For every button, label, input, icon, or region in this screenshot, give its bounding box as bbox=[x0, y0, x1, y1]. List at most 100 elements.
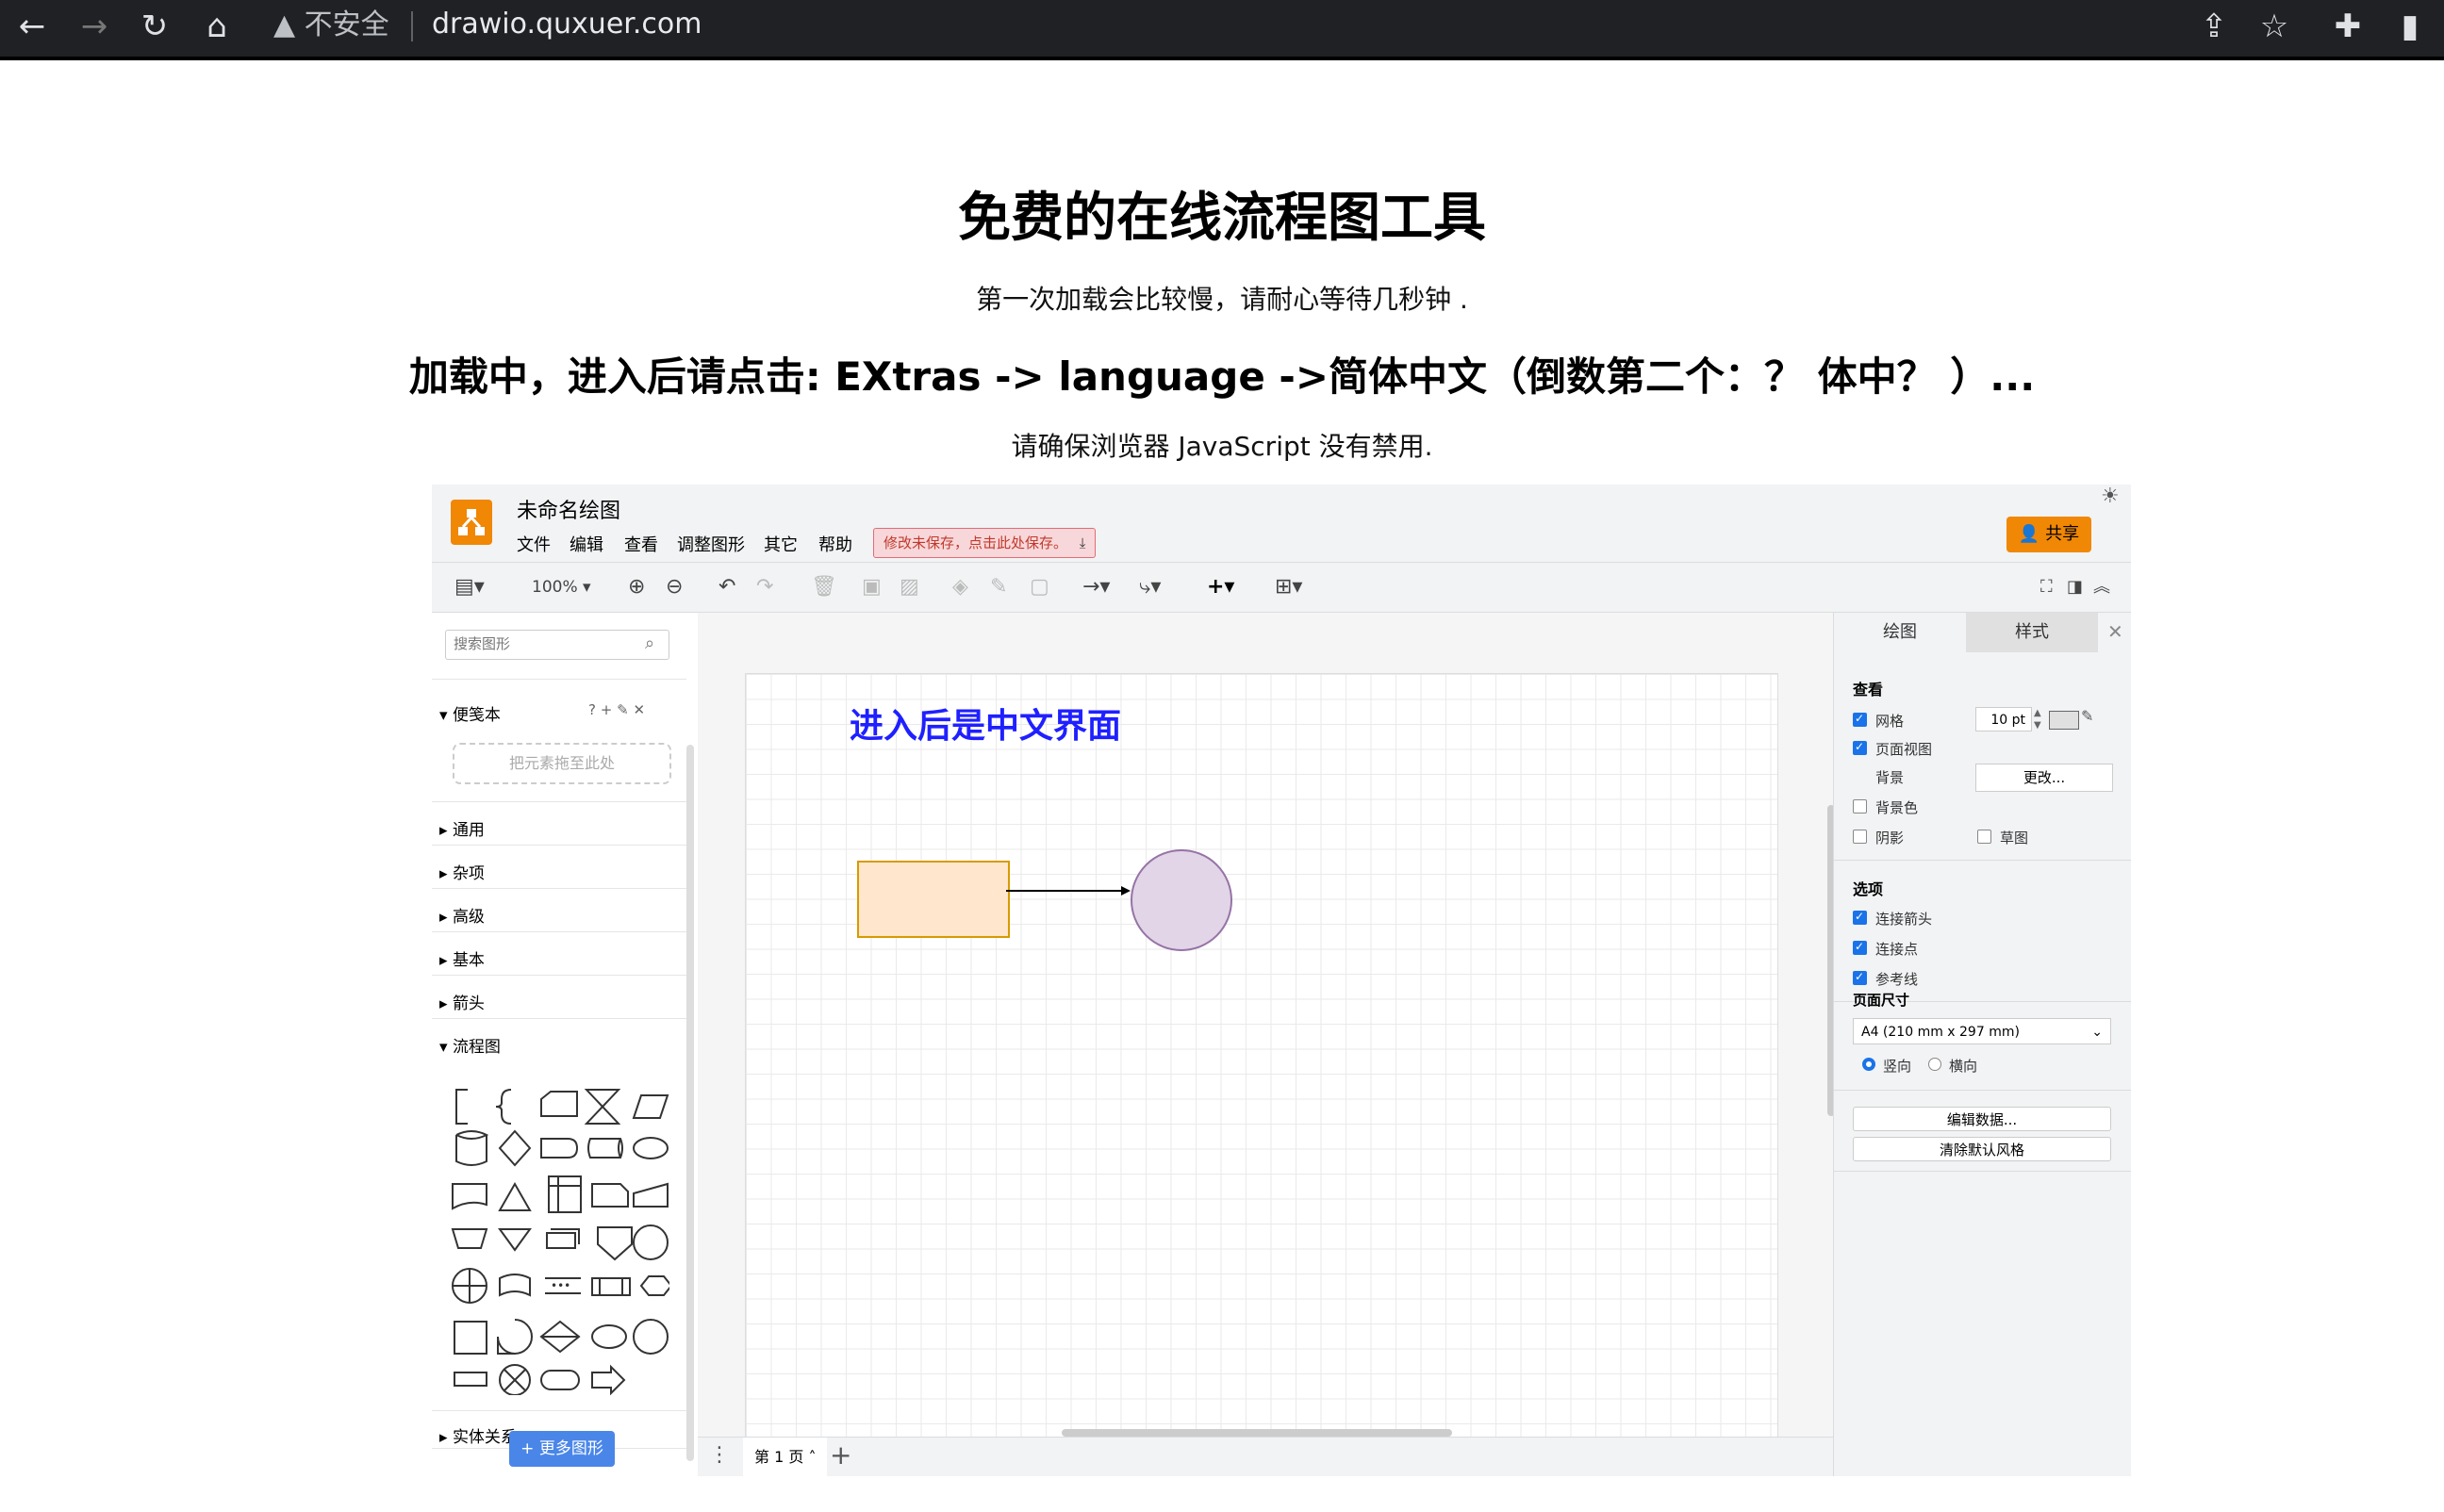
diagram-page[interactable]: 进入后是中文界面 bbox=[745, 673, 1778, 1437]
insert-icon[interactable]: +▾ bbox=[1207, 572, 1234, 602]
menu-arrange[interactable]: 调整图形 bbox=[677, 532, 745, 556]
preparation-shape bbox=[639, 1275, 669, 1296]
fill-color-icon[interactable]: ◈ bbox=[952, 572, 968, 602]
landscape-radio[interactable] bbox=[1928, 1058, 1941, 1071]
page-view-checkbox[interactable] bbox=[1853, 740, 1867, 755]
share-page-icon[interactable]: ⇪ bbox=[2189, 2, 2238, 51]
connector-arrow[interactable] bbox=[1006, 885, 1132, 896]
section-entity-relation[interactable]: ▸ 实体关系 bbox=[439, 1423, 517, 1447]
to-back-icon[interactable]: ▨ bbox=[900, 572, 919, 602]
tab-style[interactable]: 样式 bbox=[1966, 613, 2098, 652]
menu-view[interactable]: 查看 bbox=[624, 532, 658, 556]
zoom-in-icon[interactable]: ⊕ bbox=[628, 572, 645, 602]
reload-icon[interactable]: ↻ bbox=[130, 2, 179, 51]
horizontal-scrollbar[interactable] bbox=[1062, 1429, 1452, 1437]
connection-points-checkbox[interactable] bbox=[1853, 940, 1867, 955]
scratchpad-drop-zone[interactable]: 把元素拖至此处 bbox=[453, 743, 671, 784]
paper-size-select[interactable]: A4 (210 mm x 297 mm) ⌄ bbox=[1853, 1018, 2111, 1044]
section-arrows[interactable]: ▸ 箭头 bbox=[439, 990, 485, 1013]
color-picker-icon[interactable]: ✎ bbox=[2081, 707, 2093, 725]
divider bbox=[432, 801, 686, 802]
side-panel-icon[interactable]: ▮ bbox=[2386, 2, 2435, 51]
close-icon[interactable]: ✕ bbox=[633, 701, 645, 718]
javascript-note: 请确保浏览器 JavaScript 没有禁用. bbox=[1011, 431, 1433, 462]
forward-icon[interactable]: → bbox=[70, 2, 119, 51]
section-label: 高级 bbox=[452, 908, 485, 927]
divider bbox=[432, 845, 686, 846]
add-icon[interactable]: + bbox=[601, 701, 613, 718]
address-bar[interactable]: drawio.quxuer.com bbox=[432, 6, 702, 43]
grid-size-input[interactable]: 10 pt bbox=[1975, 707, 2032, 731]
search-icon[interactable]: ⌕ bbox=[645, 633, 654, 653]
shadow-checkbox[interactable] bbox=[1853, 830, 1867, 844]
undo-icon[interactable]: ↶ bbox=[718, 572, 735, 602]
bookmark-star-icon[interactable]: ☆ bbox=[2250, 2, 2299, 51]
line-color-icon[interactable]: ✎ bbox=[990, 572, 1007, 602]
more-shapes-button[interactable]: + 更多图形 bbox=[509, 1431, 615, 1467]
add-page-icon[interactable]: + bbox=[830, 1439, 851, 1471]
waypoints-icon[interactable]: ⤷▾ bbox=[1139, 572, 1161, 602]
clear-default-style-button[interactable]: 清除默认风格 bbox=[1853, 1137, 2111, 1161]
guides-checkbox[interactable] bbox=[1853, 970, 1867, 985]
menu-file[interactable]: 文件 bbox=[517, 532, 551, 556]
tab-diagram[interactable]: 绘图 bbox=[1834, 613, 1966, 652]
connection-arrows-checkbox[interactable] bbox=[1853, 910, 1867, 925]
page-title: 免费的在线流程图工具 bbox=[958, 188, 1486, 249]
redo-icon[interactable]: ↷ bbox=[756, 572, 773, 602]
collapse-icon[interactable]: ︽ bbox=[2093, 572, 2110, 602]
section-flowchart[interactable]: ▾ 流程图 bbox=[439, 1033, 501, 1057]
edit-data-button[interactable]: 编辑数据... bbox=[1853, 1107, 2111, 1131]
unsaved-notice[interactable]: 修改未保存，点击此处保存。 ⤓ bbox=[873, 528, 1097, 558]
share-button[interactable]: 👤 共享 bbox=[2006, 517, 2091, 552]
background-color-checkbox[interactable] bbox=[1853, 799, 1867, 814]
theme-toggle-icon[interactable]: ☀ bbox=[2101, 485, 2120, 508]
change-background-button[interactable]: 更改... bbox=[1975, 764, 2113, 792]
guides-label: 参考线 bbox=[1875, 971, 1919, 988]
table-icon[interactable]: ⊞▾ bbox=[1275, 572, 1302, 602]
menu-edit[interactable]: 编辑 bbox=[570, 532, 603, 556]
section-scratchpad[interactable]: ▾ 便笺本 bbox=[439, 701, 501, 725]
section-advanced[interactable]: ▸ 高级 bbox=[439, 903, 485, 927]
close-panel-icon[interactable]: ✕ bbox=[2107, 620, 2123, 643]
home-icon[interactable]: ⌂ bbox=[192, 2, 241, 51]
connection-points-label: 连接点 bbox=[1875, 941, 1919, 958]
menu-help[interactable]: 帮助 bbox=[818, 532, 852, 556]
section-general[interactable]: ▸ 通用 bbox=[439, 816, 485, 840]
chevron-up-icon[interactable]: ˄ bbox=[808, 1448, 816, 1466]
page-tabs-bar: ⋮ 第 1 页 ˄ + bbox=[698, 1437, 1858, 1476]
flowchart-shapes-palette[interactable]: ••• bbox=[443, 1086, 669, 1395]
section-misc[interactable]: ▸ 杂项 bbox=[439, 860, 485, 883]
shadow-icon[interactable]: ▢ bbox=[1030, 572, 1049, 602]
security-warning-text: 不安全 bbox=[304, 8, 389, 41]
diagram-canvas[interactable]: 进入后是中文界面 bbox=[698, 613, 1858, 1437]
document-title[interactable]: 未命名绘图 bbox=[517, 494, 620, 524]
section-basic[interactable]: ▸ 基本 bbox=[439, 946, 485, 970]
canvas-text-label[interactable]: 进入后是中文界面 bbox=[850, 698, 1121, 748]
pages-menu-icon[interactable]: ⋮ bbox=[709, 1443, 730, 1467]
format-panel-icon[interactable]: ▤▾ bbox=[454, 572, 485, 602]
sketch-checkbox[interactable] bbox=[1977, 830, 1991, 844]
shape-search-input[interactable] bbox=[445, 630, 669, 660]
menu-extras[interactable]: 其它 bbox=[764, 532, 798, 556]
grid-size-stepper-icon[interactable]: ▲ ▼ bbox=[2034, 707, 2041, 731]
page-tab[interactable]: 第 1 页 ˄ bbox=[743, 1438, 828, 1476]
back-icon[interactable]: ← bbox=[8, 2, 57, 51]
grid-color-swatch[interactable] bbox=[2049, 711, 2079, 730]
portrait-radio[interactable] bbox=[1862, 1058, 1875, 1071]
zoom-select[interactable]: 100% ▾ bbox=[532, 572, 591, 602]
connection-style-icon[interactable]: →▾ bbox=[1082, 572, 1110, 602]
rectangle-shape[interactable] bbox=[857, 861, 1010, 938]
security-warning[interactable]: ▲ 不安全 bbox=[273, 8, 389, 43]
help-icon[interactable]: ? bbox=[588, 701, 596, 718]
section-label: 实体关系 bbox=[452, 1428, 517, 1447]
fullscreen-icon[interactable]: ⛶ bbox=[2040, 572, 2053, 602]
circle-shape[interactable] bbox=[1131, 849, 1232, 951]
zoom-out-icon[interactable]: ⊖ bbox=[666, 572, 683, 602]
extensions-icon[interactable]: ✚ bbox=[2323, 2, 2372, 51]
edit-icon[interactable]: ✎ bbox=[617, 701, 629, 718]
grid-checkbox[interactable] bbox=[1853, 712, 1867, 727]
to-front-icon[interactable]: ▣ bbox=[862, 572, 882, 602]
delete-icon[interactable]: 🗑 bbox=[811, 572, 837, 602]
sidebar-scrollbar[interactable] bbox=[686, 745, 694, 1461]
toggle-panel-icon[interactable]: ◨ bbox=[2067, 572, 2083, 602]
